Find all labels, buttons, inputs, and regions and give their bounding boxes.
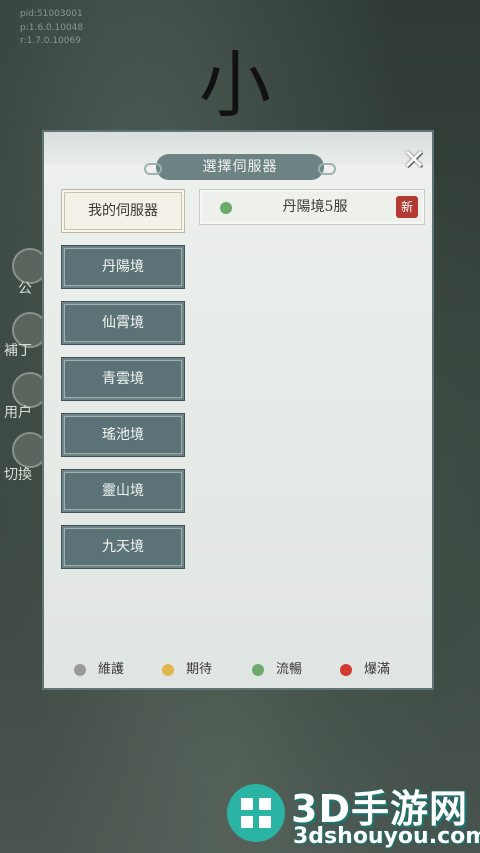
legend-label: 流暢 <box>276 662 303 677</box>
watermark-subtitle: 3dshouyou.com <box>293 824 480 849</box>
legend-label: 期待 <box>186 662 213 677</box>
server-item[interactable]: 丹陽境5服 新 <box>199 189 425 225</box>
background-label: 公 <box>18 281 32 297</box>
site-watermark: 3D手游网 3dshouyou.com <box>225 778 480 853</box>
new-badge: 新 <box>396 196 418 218</box>
tab-region-yaochi[interactable]: 瑤池境 <box>61 413 185 457</box>
tab-region-qingyun[interactable]: 青雲境 <box>61 357 185 401</box>
tab-region-xianxiao[interactable]: 仙霄境 <box>61 301 185 345</box>
background-label: 切換 <box>4 467 32 483</box>
status-dot-icon <box>252 664 264 676</box>
server-select-dialog: 選擇伺服器 ✕ 我的伺服器 丹陽境 仙霄境 青雲境 瑤池境 靈山境 九天境 丹陽… <box>42 130 434 690</box>
status-dot-icon <box>162 664 174 676</box>
tab-region-jiutian[interactable]: 九天境 <box>61 525 185 569</box>
background-label: 用户 <box>4 405 32 421</box>
version-line: pid:51003001 <box>20 9 83 19</box>
tab-region-danyang[interactable]: 丹陽境 <box>61 245 185 289</box>
dialog-title: 選擇伺服器 <box>144 154 336 180</box>
background-label: 補丁 <box>4 343 32 359</box>
legend-label: 爆滿 <box>364 662 391 677</box>
tab-region-lingshan[interactable]: 靈山境 <box>61 469 185 513</box>
status-legend: 維護 期待 流暢 爆滿 <box>44 650 432 690</box>
status-dot-icon <box>74 664 86 676</box>
legend-label: 維護 <box>98 662 125 677</box>
close-x-icon[interactable]: ✕ <box>398 144 430 176</box>
status-dot-icon <box>220 202 232 214</box>
game-logo: 小 <box>198 43 271 127</box>
version-line: p:1.6.0.10048 <box>20 22 84 33</box>
status-dot-icon <box>340 664 352 676</box>
server-name: 丹陽境5服 <box>282 199 348 215</box>
tab-my-servers[interactable]: 我的伺服器 <box>61 189 185 233</box>
version-line: r:1.7.0.10069 <box>20 36 81 46</box>
watermark-logo-icon <box>227 784 285 842</box>
version-info: pid:51003001 p:1.6.0.10048 r:1.7.0.10069 <box>20 8 83 49</box>
